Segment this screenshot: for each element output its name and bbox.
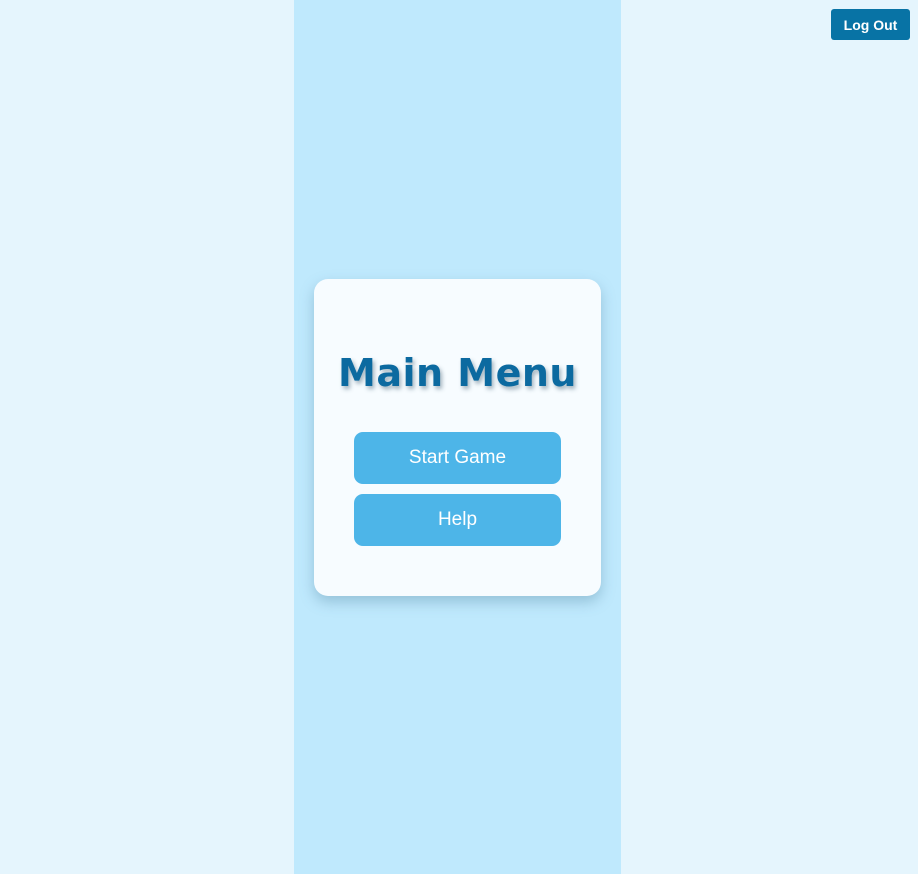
main-menu-card: Main Menu Start Game Help bbox=[314, 279, 601, 596]
help-button[interactable]: Help bbox=[354, 494, 561, 546]
main-menu-title: Main Menu bbox=[338, 351, 577, 395]
logout-button[interactable]: Log Out bbox=[831, 9, 910, 40]
start-game-button[interactable]: Start Game bbox=[354, 432, 561, 484]
